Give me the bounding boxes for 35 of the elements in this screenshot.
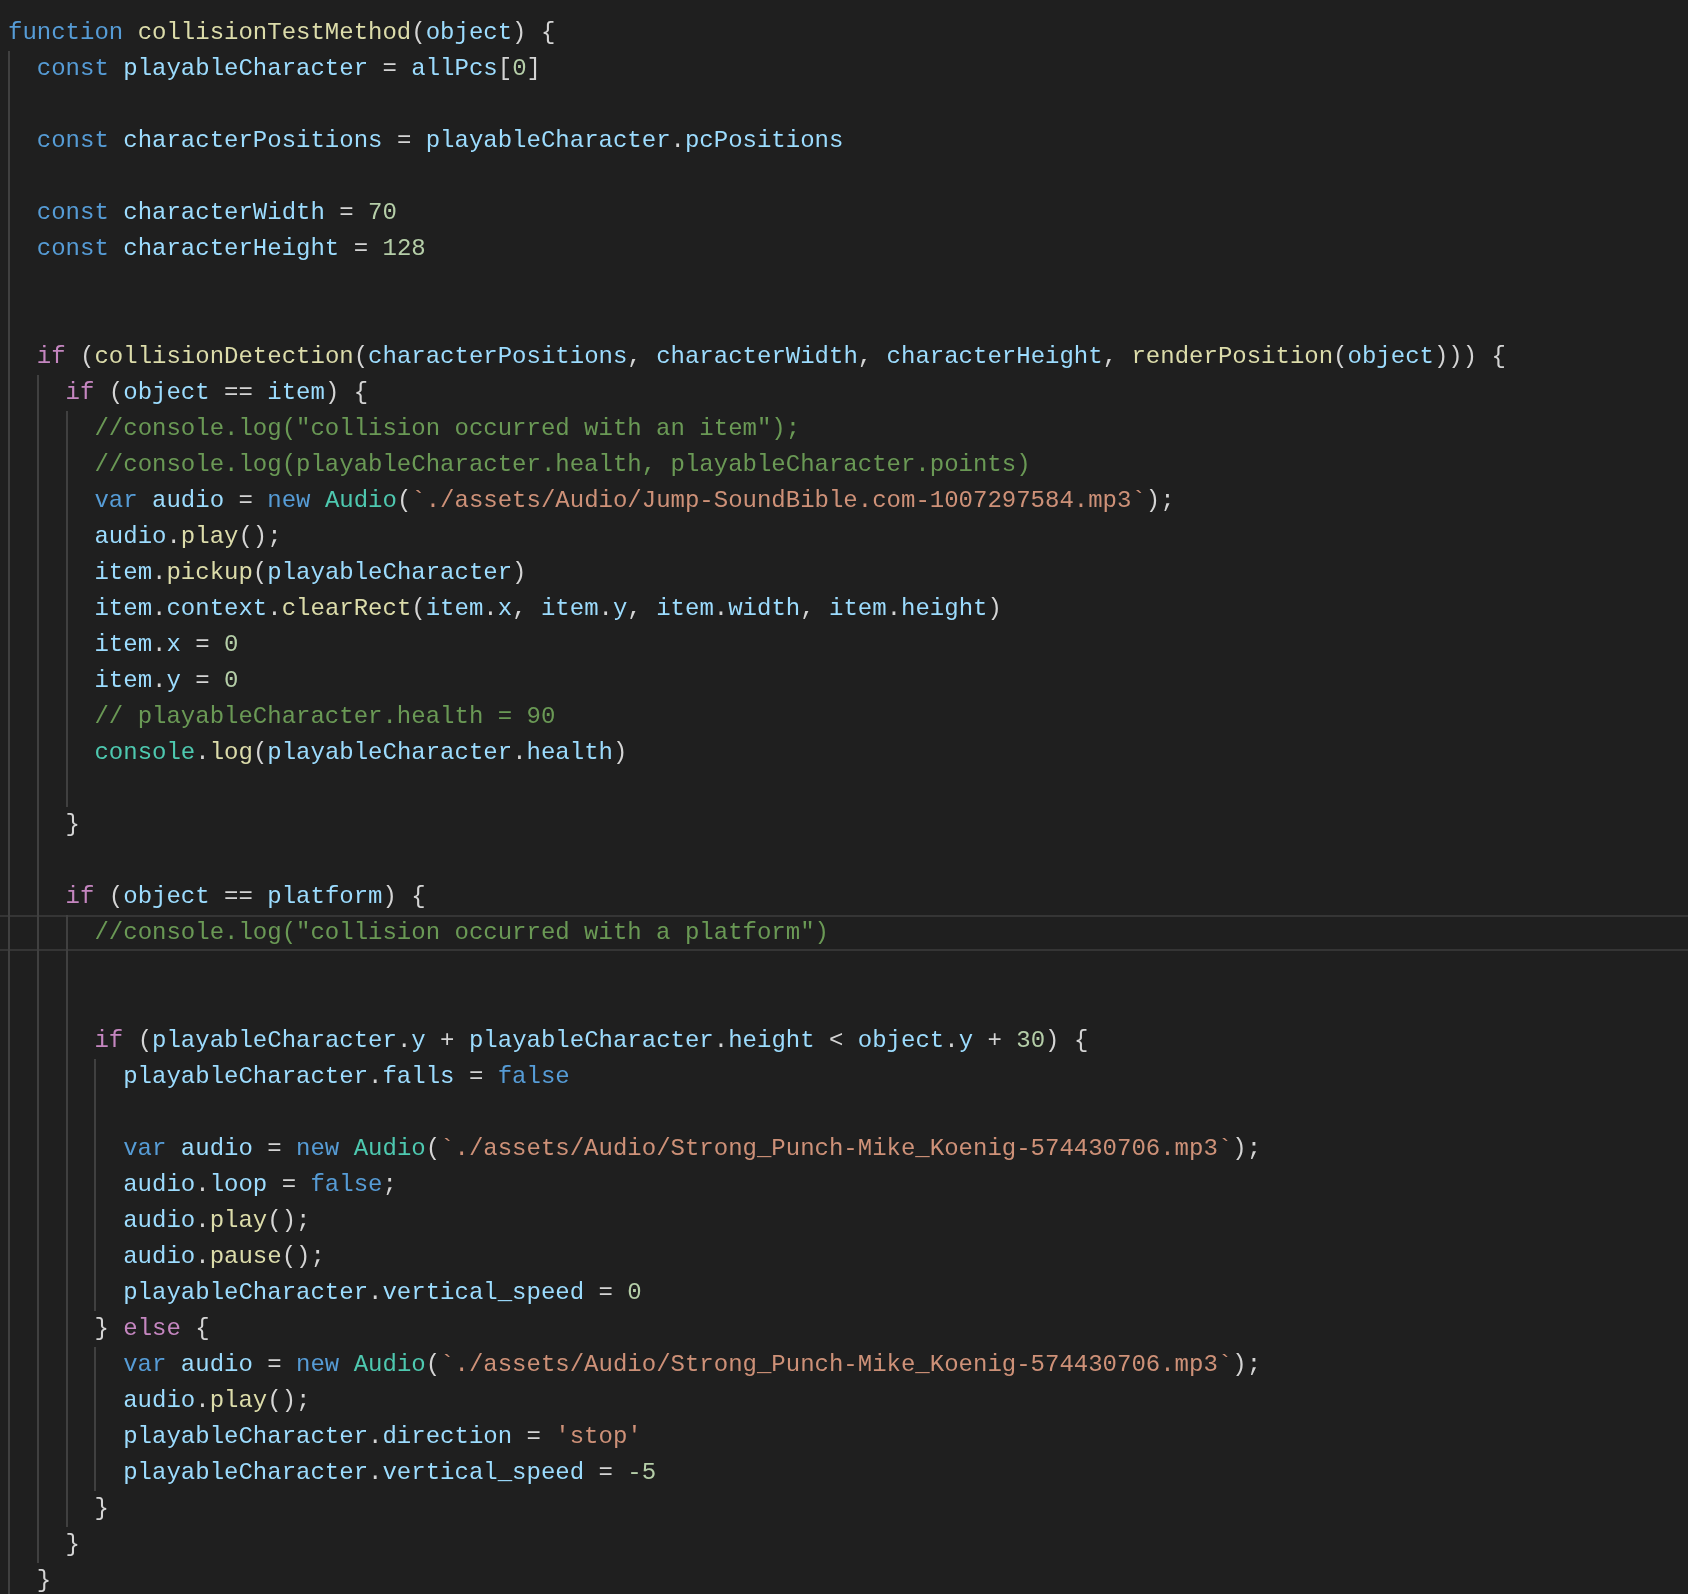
code-line: function collisionTestMethod(object) { (8, 18, 556, 48)
code-line: } else { (94, 1314, 210, 1344)
code-line: const characterPositions = playableCharacter.pcPositions (36, 126, 844, 156)
code-line: playableCharacter.falls = false (123, 1062, 570, 1092)
code-line: //console.log("collision occurred with an item"); (94, 414, 801, 444)
code-line: var audio = new Audio(`./assets/Audio/Jump-SoundBible.com-1007297584.mp3`); (94, 486, 1175, 516)
code-line: if (object == item) { (65, 378, 369, 408)
code-line: var audio = new Audio(`./assets/Audio/Strong_Punch-Mike_Koenig-574430706.mp3`); (123, 1134, 1262, 1164)
code-line: if (object == platform) { (65, 882, 426, 912)
code-line: if (collisionDetection(characterPositions, characterWidth, characterHeight, renderPosition(object))) { (36, 342, 1506, 372)
code-line: playableCharacter.vertical_speed = -5 (123, 1458, 657, 1488)
code-line: } (65, 1530, 80, 1560)
code-line: playableCharacter.vertical_speed = 0 (123, 1278, 642, 1308)
code-line: item.x = 0 (94, 630, 239, 660)
code-line: audio.pause(); (123, 1242, 325, 1272)
code-line: audio.play(); (123, 1206, 311, 1236)
code-line: } (36, 1566, 52, 1594)
code-line: audio.play(); (123, 1386, 311, 1416)
code-line: item.y = 0 (94, 666, 239, 696)
code-line: //console.log(playableCharacter.health, playableCharacter.points) (94, 450, 1031, 480)
code-line: if (playableCharacter.y + playableCharacter.height < object.y + 30) { (94, 1026, 1089, 1056)
code-line: playableCharacter.direction = 'stop' (123, 1422, 642, 1452)
code-line: // playableCharacter.health = 90 (94, 702, 556, 732)
code-line: const playableCharacter = allPcs[0] (36, 54, 541, 84)
code-line: const characterHeight = 128 (36, 234, 426, 264)
code-line: item.pickup(playableCharacter) (94, 558, 527, 588)
code-line: //console.log("collision occurred with a platform") (94, 918, 829, 948)
code-line: } (94, 1494, 109, 1524)
code-line: } (65, 810, 80, 840)
code-line: var audio = new Audio(`./assets/Audio/Strong_Punch-Mike_Koenig-574430706.mp3`); (123, 1350, 1262, 1380)
code-line: console.log(playableCharacter.health) (94, 738, 628, 768)
code-line: audio.play(); (94, 522, 282, 552)
code-line: audio.loop = false; (123, 1170, 397, 1200)
code-line: item.context.clearRect(item.x, item.y, item.width, item.height) (94, 594, 1002, 624)
code-line: const characterWidth = 70 (36, 198, 397, 228)
